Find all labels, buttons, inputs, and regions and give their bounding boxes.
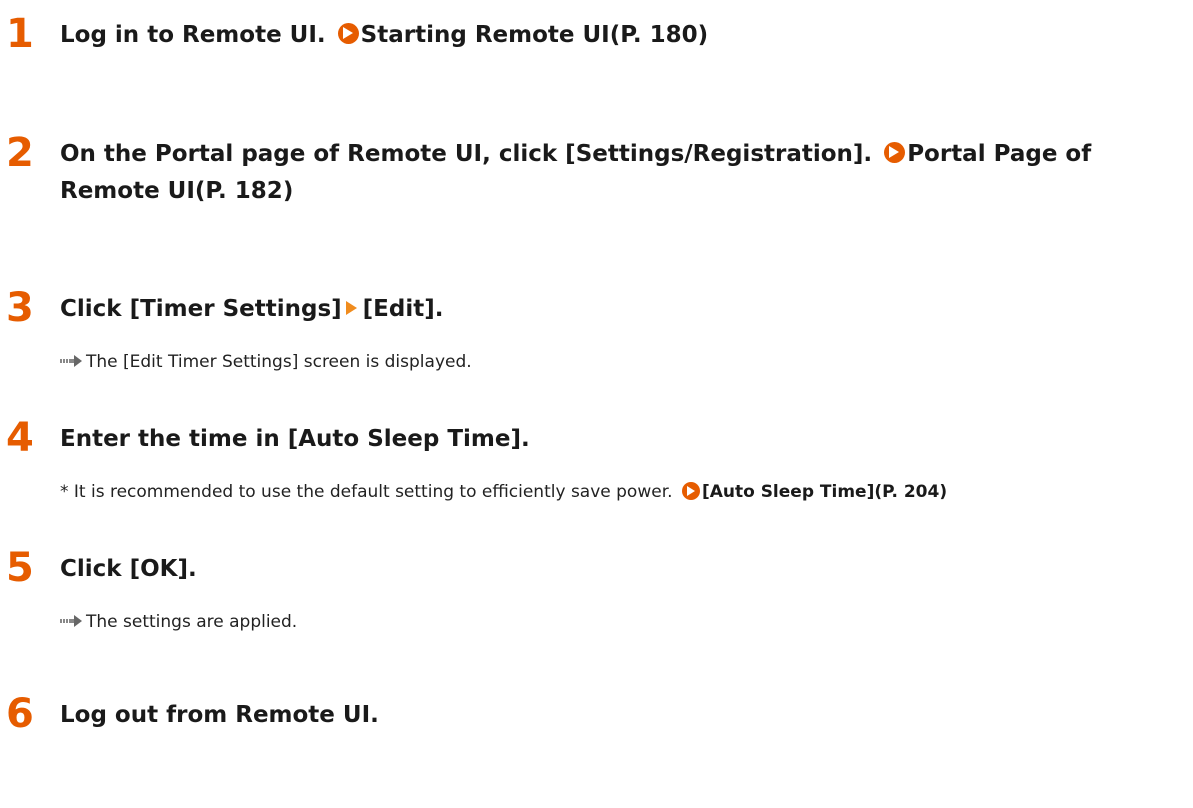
step-text: On the Portal page of Remote UI, click [… — [60, 141, 873, 167]
cross-reference-link[interactable]: Portal Page of — [907, 141, 1091, 167]
step-title: On the Portal page of Remote UI, click [… — [60, 136, 1185, 210]
step-number: 3 — [6, 285, 34, 331]
step-text: Log out from Remote UI. — [60, 702, 379, 728]
step-title: Enter the time in [Auto Sleep Time]. — [60, 421, 1185, 458]
result-text: The [Edit Timer Settings] screen is disp… — [86, 352, 472, 372]
step-number: 2 — [6, 130, 34, 176]
step-number: 5 — [6, 545, 34, 591]
result-arrow-icon — [60, 615, 82, 627]
step-title: Click [Timer Settings] [Edit]. — [60, 291, 1185, 328]
link-arrow-icon — [884, 142, 906, 163]
step-number: 4 — [6, 415, 34, 461]
menu-arrow-icon — [345, 301, 357, 315]
cross-reference-link[interactable]: [Auto Sleep Time](P. 204) — [702, 482, 947, 502]
step-title: Log in to Remote UI. Starting Remote UI(… — [60, 17, 1185, 54]
step-text: Click [OK]. — [60, 556, 197, 582]
step-title: Log out from Remote UI. — [60, 697, 1185, 734]
step-text: Enter the time in [Auto Sleep Time]. — [60, 426, 530, 452]
step-number: 1 — [6, 11, 34, 57]
result-arrow-icon — [60, 355, 82, 367]
step-text: Click [Timer Settings] — [60, 296, 342, 322]
link-arrow-icon — [681, 482, 700, 500]
step-title: Click [OK]. — [60, 551, 1185, 588]
cross-reference-link[interactable]: Starting Remote UI(P. 180) — [361, 22, 708, 48]
step-note: * It is recommended to use the default s… — [60, 480, 947, 504]
result-text: The settings are applied. — [86, 612, 298, 632]
note-text: * It is recommended to use the default s… — [60, 482, 673, 502]
link-arrow-icon — [337, 23, 359, 44]
cross-reference-link-cont[interactable]: Remote UI(P. 182) — [60, 178, 293, 204]
step-number: 6 — [6, 691, 34, 737]
step-text-cont: [Edit]. — [362, 296, 444, 322]
step-result: The settings are applied. — [60, 610, 297, 634]
step-result: The [Edit Timer Settings] screen is disp… — [60, 350, 472, 374]
step-text: Log in to Remote UI. — [60, 22, 326, 48]
